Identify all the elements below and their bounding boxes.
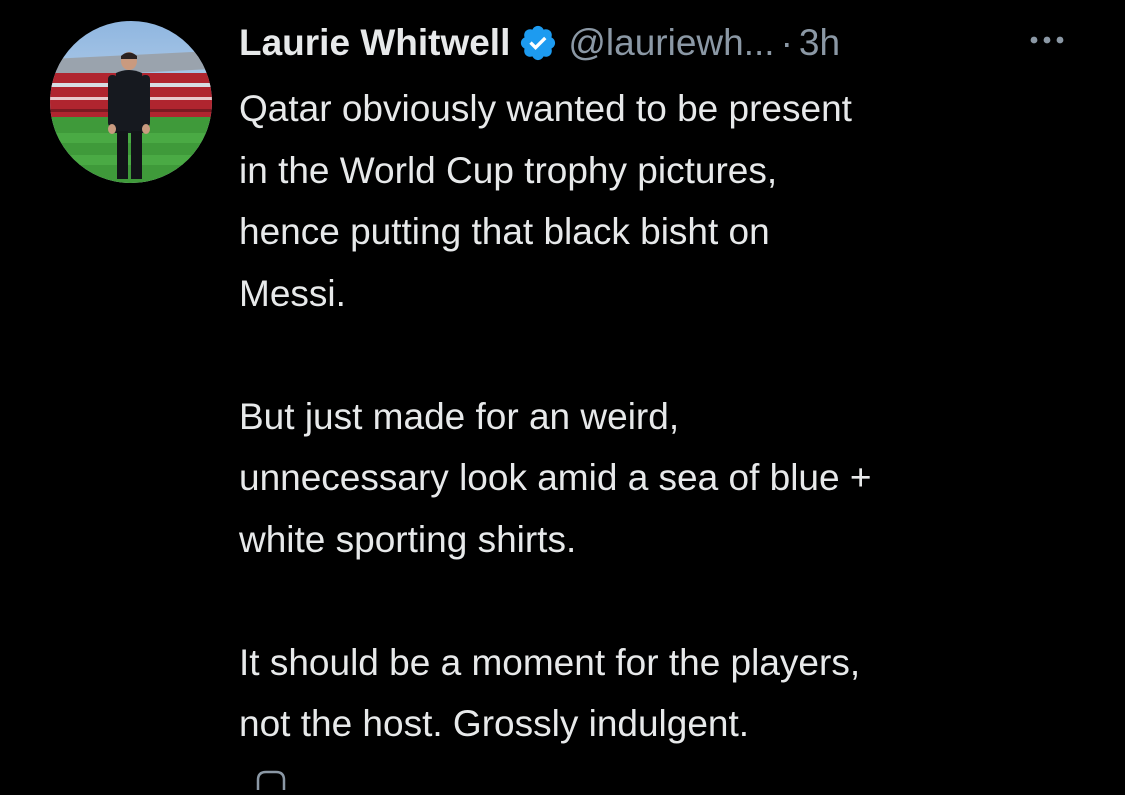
tweet-text-line: Messi.	[239, 272, 346, 314]
tweet-text-line: not the host. Grossly indulgent.	[239, 703, 750, 744]
handle[interactable]: @lauriewh...	[568, 22, 774, 64]
tweet-text-line: white sporting shirts.	[239, 518, 577, 560]
verified-badge-icon	[518, 23, 558, 63]
tweet-paragraph: But just made for an weird, unnecessary …	[239, 386, 1099, 571]
tweet-header: Laurie Whitwell @lauriewh... · 3h	[239, 18, 840, 68]
avatar-photo	[50, 21, 212, 183]
tweet-text-line: hence putting that black bisht on	[239, 211, 770, 252]
tweet-paragraph: It should be a moment for the players, n…	[239, 632, 1099, 755]
tweet-paragraph: Qatar obviously wanted to be present in …	[239, 78, 1099, 324]
avatar[interactable]	[50, 21, 212, 183]
tweet-text-line: But just made for an weird,	[239, 395, 680, 437]
more-horizontal-icon[interactable]	[1022, 30, 1072, 50]
display-name[interactable]: Laurie Whitwell	[239, 22, 510, 64]
tweet-text-line: unnecessary look amid a sea of blue +	[239, 457, 872, 498]
tweet[interactable]: Laurie Whitwell @lauriewh... · 3h Qatar …	[0, 0, 1125, 790]
tweet-text-line: in the World Cup trophy pictures,	[239, 149, 778, 191]
tweet-text-line: It should be a moment for the players,	[239, 641, 861, 683]
separator-dot: ·	[780, 22, 793, 63]
tweet-text: Qatar obviously wanted to be present in …	[239, 78, 1099, 755]
tweet-text-line: Qatar obviously wanted to be present	[239, 88, 852, 129]
reply-icon[interactable]	[254, 770, 288, 790]
timestamp[interactable]: 3h	[799, 22, 840, 64]
